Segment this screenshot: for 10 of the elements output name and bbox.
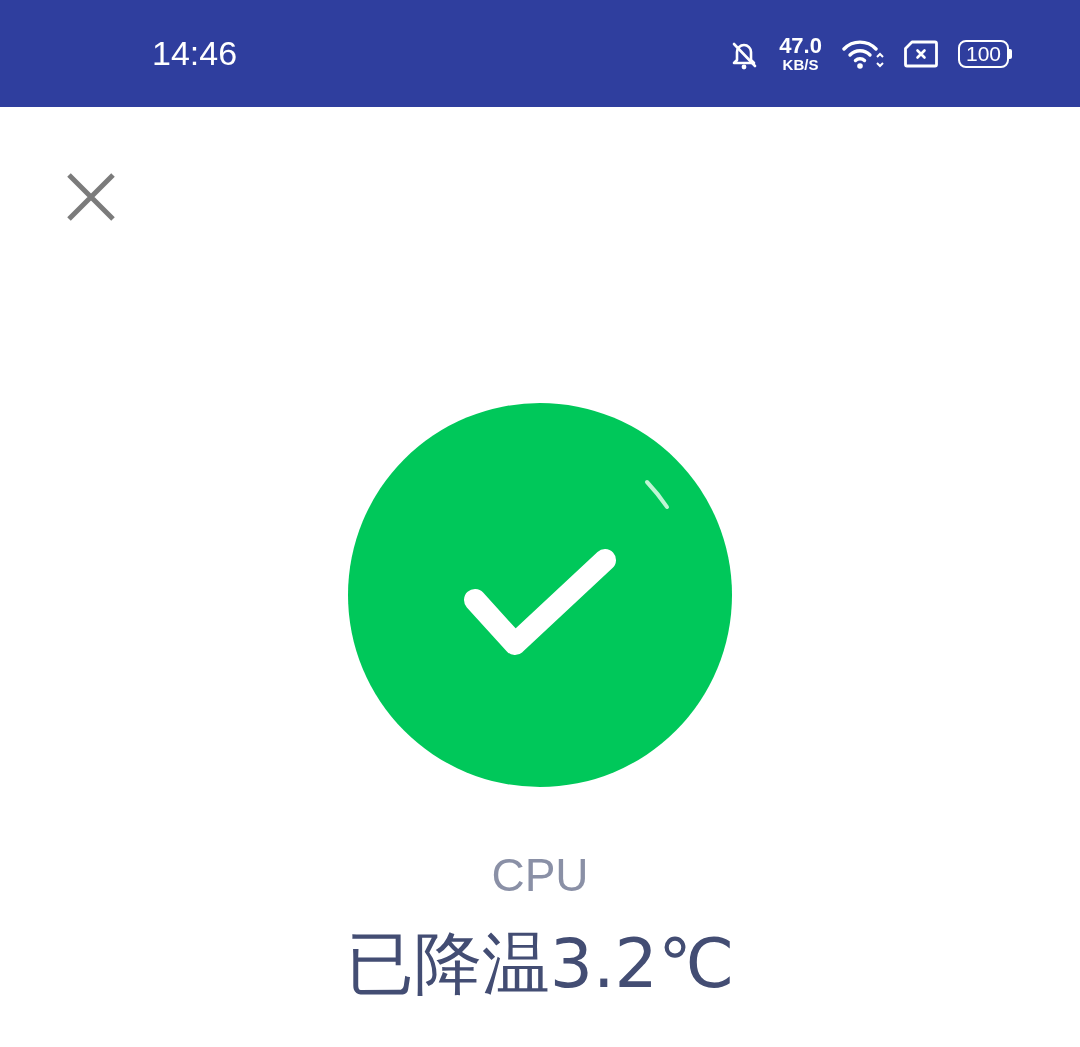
- network-speed-value: 47.0: [779, 35, 822, 57]
- close-icon[interactable]: [66, 172, 116, 222]
- wifi-icon: [841, 37, 884, 70]
- network-speed-unit: KB/S: [782, 57, 819, 72]
- check-circle-icon: [347, 402, 733, 788]
- battery-indicator: 100: [957, 39, 1012, 68]
- sim-card-icon: [903, 39, 938, 68]
- component-label: CPU: [491, 848, 589, 903]
- clock-time: 14:46: [152, 34, 238, 73]
- cooling-result-text: 已降温3.2℃: [345, 923, 735, 1005]
